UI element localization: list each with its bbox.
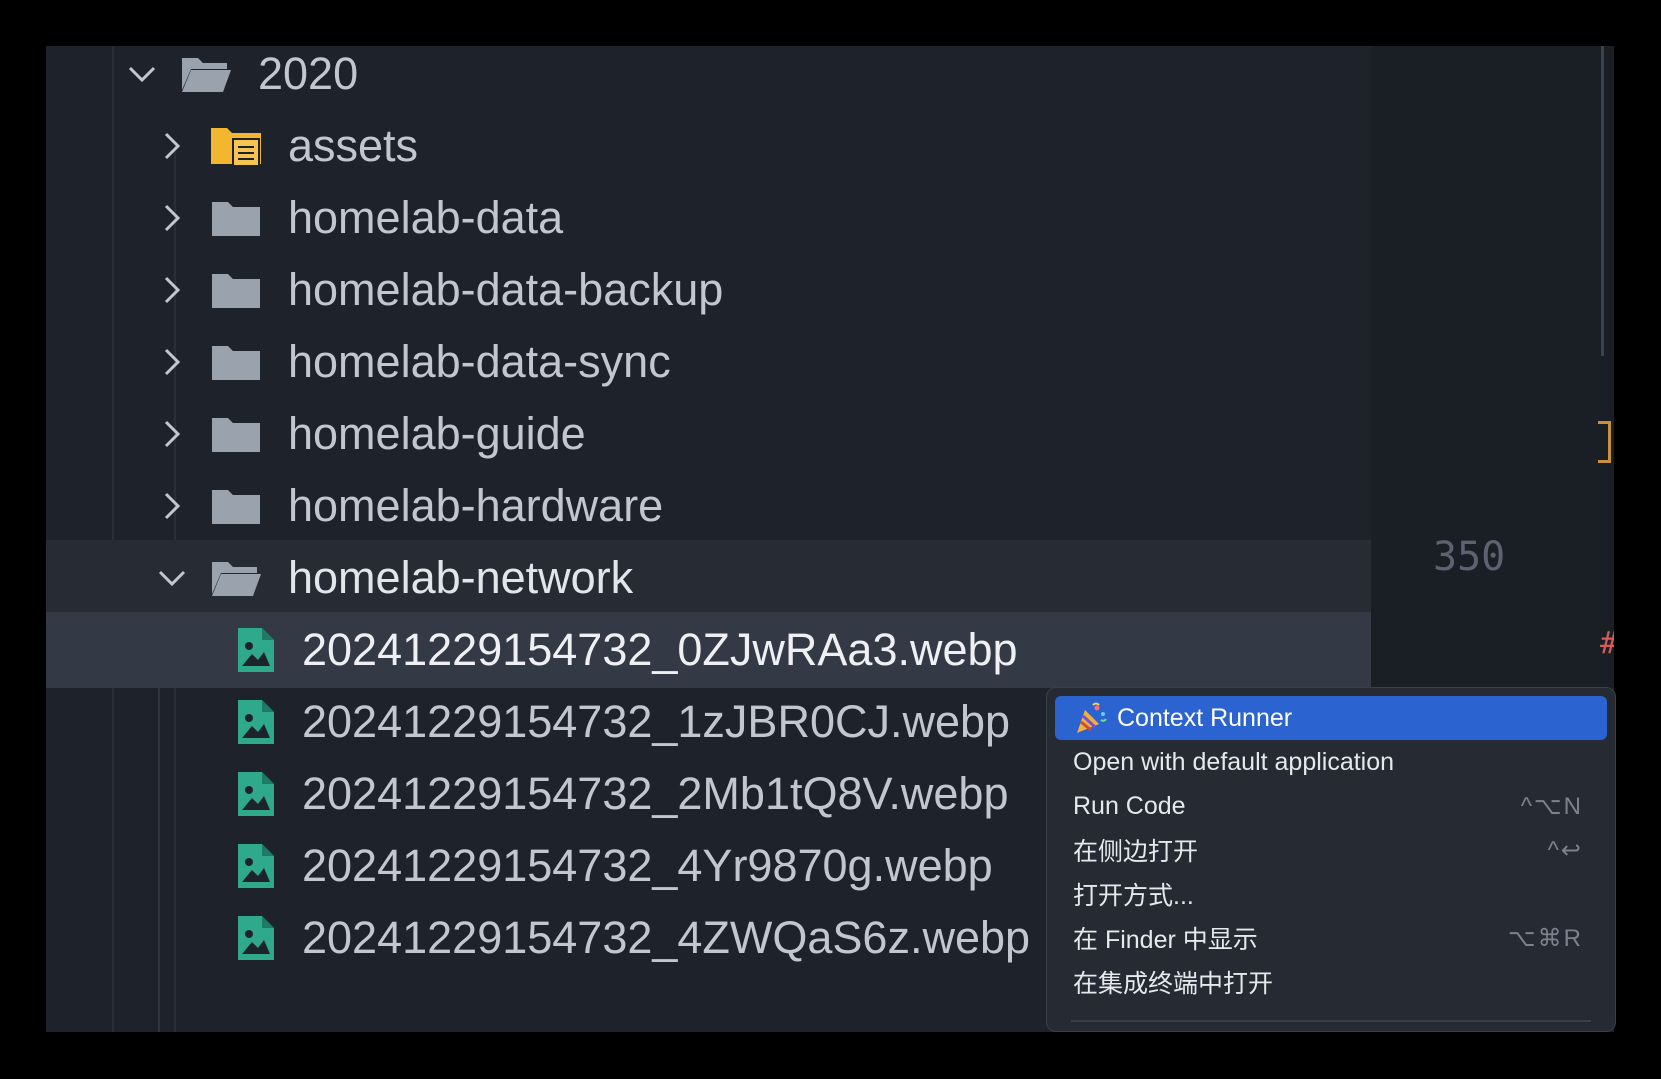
tree-item-2020[interactable]: 2020 xyxy=(46,46,1371,112)
chevron-right-icon xyxy=(152,414,192,454)
tree-item-label: homelab-hardware xyxy=(288,480,664,531)
menu-item-label: 在侧边打开 xyxy=(1073,838,1199,866)
assets-folder-icon xyxy=(208,121,264,171)
folder-icon xyxy=(208,409,264,459)
folder-icon xyxy=(208,265,264,315)
tree-item-homelab-data-backup[interactable]: homelab-data-backup xyxy=(46,252,1371,328)
chevron-down-icon xyxy=(122,54,162,94)
menu-item-open-with[interactable]: 打开方式... xyxy=(1055,872,1607,916)
tree-item-label: homelab-data xyxy=(288,192,564,243)
tree-item-label: assets xyxy=(288,120,419,171)
menu-item-label: 在 Finder 中显示 xyxy=(1073,926,1258,954)
file-item-label: 20241229154732_1zJBR0CJ.webp xyxy=(302,696,1011,747)
file-item-label: 20241229154732_2Mb1tQ8V.webp xyxy=(302,768,1009,819)
tree-item-label: 2020 xyxy=(258,48,359,99)
file-item-label: 20241229154732_4Yr9870g.webp xyxy=(302,840,993,891)
file-item-label: 20241229154732_0ZJwRAa3.webp xyxy=(302,624,1018,675)
menu-item-open-default[interactable]: Open with default application xyxy=(1055,740,1607,784)
menu-item-label: Open with default application xyxy=(1073,747,1395,776)
menu-item-context-runner[interactable]: Context Runner xyxy=(1055,696,1607,740)
shortcut-label: ^↩ xyxy=(1547,836,1583,864)
file-item-label: 20241229154732_4ZWQaS6z.webp xyxy=(302,912,1031,963)
chevron-right-icon xyxy=(152,126,192,166)
folder-open-icon xyxy=(178,49,234,99)
tree-item-label: homelab-data-sync xyxy=(288,336,671,387)
party-popper-icon xyxy=(1073,700,1109,736)
chevron-right-icon xyxy=(152,270,192,310)
chevron-down-icon xyxy=(152,558,192,598)
tree-item-homelab-guide[interactable]: homelab-guide xyxy=(46,396,1371,472)
tree-item-label: homelab-network xyxy=(288,552,634,603)
shortcut-label: ^⌥N xyxy=(1520,792,1583,820)
menu-item-run-code[interactable]: Run Code ^⌥N xyxy=(1055,784,1607,828)
image-file-icon xyxy=(234,913,278,963)
folder-open-icon xyxy=(208,553,264,603)
bracket-marker xyxy=(1598,421,1611,463)
line-number: 350 xyxy=(1433,534,1506,580)
tree-item-homelab-data[interactable]: homelab-data xyxy=(46,180,1371,256)
tree-item-homelab-network[interactable]: homelab-network xyxy=(46,540,1371,616)
chevron-right-icon xyxy=(152,486,192,526)
image-file-icon xyxy=(234,841,278,891)
tree-item-label: homelab-guide xyxy=(288,408,586,459)
menu-separator xyxy=(1071,1020,1591,1022)
image-file-icon xyxy=(234,697,278,747)
error-marker: # xyxy=(1600,626,1614,661)
tree-item-homelab-hardware[interactable]: homelab-hardware xyxy=(46,468,1371,544)
menu-item-open-to-side[interactable]: 在侧边打开 ^↩ xyxy=(1055,828,1607,872)
shortcut-label: ⌥⌘R xyxy=(1508,924,1583,952)
menu-item-label: 打开方式... xyxy=(1073,882,1194,910)
menu-item-reveal-in-finder[interactable]: 在 Finder 中显示 ⌥⌘R xyxy=(1055,916,1607,960)
menu-item-open-in-terminal[interactable]: 在集成终端中打开 xyxy=(1055,960,1607,1004)
tree-item-label: homelab-data-backup xyxy=(288,264,724,315)
folder-icon xyxy=(208,337,264,387)
menu-item-label: 在集成终端中打开 xyxy=(1073,970,1274,998)
menu-item-label: Context Runner xyxy=(1117,703,1293,732)
context-menu: Context Runner Open with default applica… xyxy=(1046,687,1616,1032)
tree-item-assets[interactable]: assets xyxy=(46,108,1371,184)
chevron-right-icon xyxy=(152,198,192,238)
image-file-icon xyxy=(234,625,278,675)
scrollbar[interactable] xyxy=(1601,46,1604,356)
menu-item-label: Run Code xyxy=(1073,791,1186,820)
chevron-right-icon xyxy=(152,342,192,382)
folder-icon xyxy=(208,481,264,531)
image-file-icon xyxy=(234,769,278,819)
tree-item-homelab-data-sync[interactable]: homelab-data-sync xyxy=(46,324,1371,400)
file-item-0ZJwRAa3[interactable]: 20241229154732_0ZJwRAa3.webp xyxy=(46,612,1371,688)
folder-icon xyxy=(208,193,264,243)
